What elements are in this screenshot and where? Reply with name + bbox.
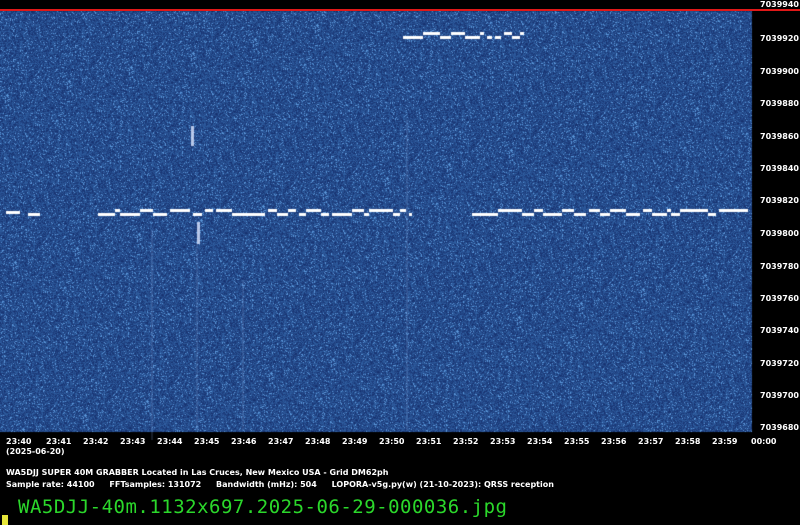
y-tick-label: 7039920 — [760, 34, 799, 43]
sample-rate: Sample rate: 44100 — [6, 480, 95, 489]
y-tick-label: 7039740 — [760, 326, 799, 335]
top-marker-line — [0, 9, 800, 11]
x-tick-label: 23:40 — [6, 437, 32, 446]
y-tick-label: 7039720 — [760, 359, 799, 368]
x-tick-label: 23:41 — [46, 437, 72, 446]
waterfall-spectrogram — [0, 0, 800, 460]
y-tick-label: 7039780 — [760, 262, 799, 271]
x-tick-label: 23:49 — [342, 437, 368, 446]
station-info: WA5DJJ SUPER 40M GRABBER Located in Las … — [6, 468, 389, 477]
x-tick-label: 23:56 — [601, 437, 627, 446]
x-tick-label: 23:55 — [564, 437, 590, 446]
x-tick-label: 23:44 — [157, 437, 183, 446]
y-tick-label: 7039800 — [760, 229, 799, 238]
y-tick-label: 7039900 — [760, 67, 799, 76]
capture-date: (2025-06-20) — [6, 447, 65, 456]
x-tick-label: 23:52 — [453, 437, 479, 446]
software-version: LOPORA-v5g.py(w) (21-10-2023): QRSS rece… — [331, 480, 554, 489]
x-tick-label: 23:57 — [638, 437, 664, 446]
x-tick-label: 23:59 — [712, 437, 738, 446]
image-filename: WA5DJJ-40m.1132x697.2025-06-29-000036.jp… — [18, 496, 508, 518]
y-tick-label: 7039840 — [760, 164, 799, 173]
y-tick-label: 7039680 — [760, 423, 799, 432]
receiver-params: Sample rate: 44100 FFTsamples: 131072 Ba… — [6, 480, 566, 490]
x-tick-label: 23:47 — [268, 437, 294, 446]
x-tick-label: 23:43 — [120, 437, 146, 446]
y-tick-label: 7039700 — [760, 391, 799, 400]
y-tick-label: 7039880 — [760, 99, 799, 108]
x-tick-label: 23:58 — [675, 437, 701, 446]
y-tick-label: 7039940 — [760, 0, 799, 9]
x-tick-label: 23:46 — [231, 437, 257, 446]
x-tick-label: 23:50 — [379, 437, 405, 446]
x-tick-label: 23:51 — [416, 437, 442, 446]
x-tick-label: 23:54 — [527, 437, 553, 446]
text-cursor — [2, 515, 8, 525]
fft-samples: FFTsamples: 131072 — [109, 480, 202, 489]
y-tick-label: 7039860 — [760, 132, 799, 141]
y-tick-label: 7039820 — [760, 196, 799, 205]
x-tick-label: 23:45 — [194, 437, 220, 446]
bandwidth: Bandwidth (mHz): 504 — [216, 480, 317, 489]
y-tick-label: 7039760 — [760, 294, 799, 303]
x-tick-label: 23:53 — [490, 437, 516, 446]
x-tick-label: 00:00 — [751, 437, 777, 446]
x-tick-label: 23:42 — [83, 437, 109, 446]
x-tick-label: 23:48 — [305, 437, 331, 446]
